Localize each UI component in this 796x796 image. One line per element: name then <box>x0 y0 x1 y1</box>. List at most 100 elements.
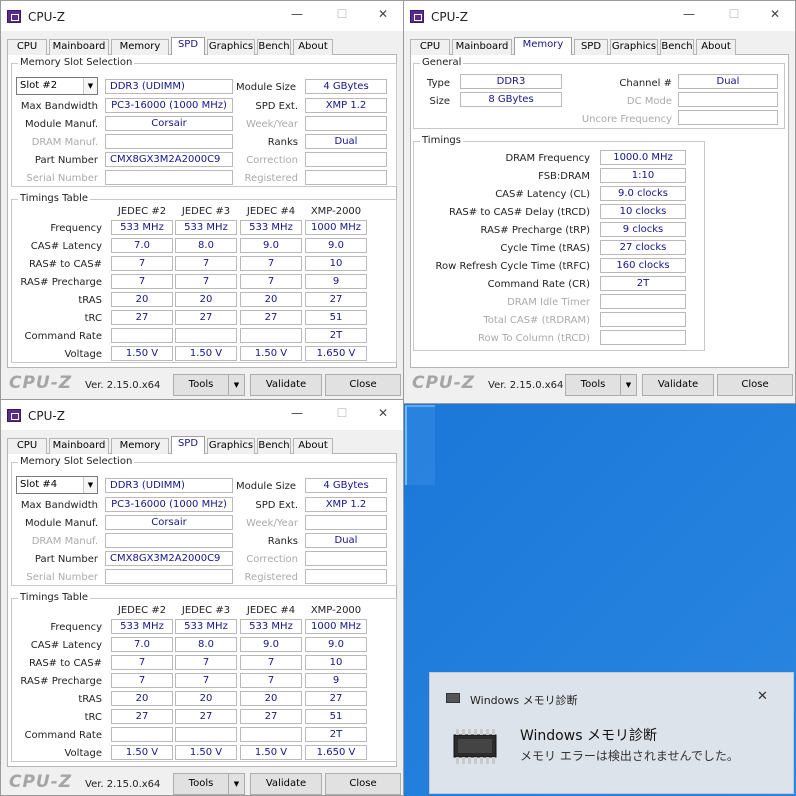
tools-button[interactable]: Tools <box>565 374 621 396</box>
frequency-value: 533 MHz <box>111 220 173 235</box>
frequency-value: 533 MHz <box>240 619 302 634</box>
tab-about[interactable]: About <box>293 39 333 55</box>
desktop-light-shape <box>405 405 435 485</box>
tab-memory[interactable]: Memory <box>514 37 572 56</box>
tab-label: Mainboard <box>52 41 106 52</box>
voltage-value: 1.50 V <box>240 346 302 361</box>
minimize-icon[interactable]: — <box>679 7 699 21</box>
close-button[interactable]: Close <box>717 374 793 396</box>
close-icon[interactable]: ✕ <box>765 7 785 21</box>
column-header: JEDEC #2 <box>117 206 167 217</box>
close-icon[interactable]: ✕ <box>757 689 768 704</box>
notification-toast[interactable]: Windows メモリ診断 ✕ Windows メモリ診断 メモリ エラーは検出… <box>429 672 794 794</box>
cas-latency-value: 8.0 <box>175 238 237 253</box>
memory-diagnostic-icon <box>446 693 460 703</box>
general-legend: General <box>420 57 464 69</box>
tools-button[interactable]: Tools <box>173 773 229 795</box>
close-button[interactable]: Close <box>325 773 401 795</box>
tras-value: 20 <box>240 292 302 307</box>
command-rate-value <box>240 727 302 742</box>
validate-button[interactable]: Validate <box>250 773 322 795</box>
tab-graphics[interactable]: Graphics <box>207 39 255 55</box>
row-refresh-cycle-time-trfc-label: Row Refresh Cycle Time (tRFC) <box>435 261 590 272</box>
minimize-icon[interactable]: — <box>287 7 307 21</box>
tab-bar: CPU Mainboard Memory SPD Graphics Bench About <box>7 436 397 455</box>
tab-mainboard[interactable]: Mainboard <box>49 39 109 55</box>
tools-dropdown-arrow[interactable]: ▼ <box>620 374 637 396</box>
command-rate-value: 2T <box>305 727 367 742</box>
command-rate-value <box>175 328 237 343</box>
tab-content: Memory Slot Selection Slot #4 ▼ DDR3 (UDIMM… <box>7 454 397 767</box>
memory-slot-selection-group: Memory Slot Selection Slot #4 ▼ DDR3 (UDIMM… <box>11 456 397 586</box>
ras-to-cas-value: 7 <box>240 256 302 271</box>
fsb-dram-label: FSB:DRAM <box>538 171 590 182</box>
ras-to-cas-value: 10 <box>305 256 367 271</box>
tab-bench[interactable]: Bench <box>257 438 291 454</box>
tab-cpu[interactable]: CPU <box>7 438 47 454</box>
voltage-value: 1.50 V <box>240 745 302 760</box>
toast-message: メモリ エラーは検出されませんでした。 <box>520 749 739 763</box>
tab-cpu[interactable]: CPU <box>7 39 47 55</box>
tab-graphics[interactable]: Graphics <box>610 39 658 55</box>
validate-button[interactable]: Validate <box>250 374 322 396</box>
command-rate-value: 2T <box>305 328 367 343</box>
part-number-label: Part Number <box>34 554 98 565</box>
tab-label: CPU <box>16 41 38 52</box>
title-bar[interactable]: CPU-Z — ☐ ✕ <box>1 1 403 31</box>
tab-bench[interactable]: Bench <box>257 39 291 55</box>
footer-bar: CPU-Z Ver. 2.15.0.x64 Tools ▼ Validate Close <box>404 369 795 399</box>
column-header: XMP-2000 <box>310 605 362 616</box>
tab-mainboard[interactable]: Mainboard <box>49 438 109 454</box>
column-header: JEDEC #3 <box>181 206 231 217</box>
minimize-icon[interactable]: — <box>287 406 307 420</box>
tab-content: Memory Slot Selection Slot #2 ▼ DDR3 (UDIMM… <box>7 55 397 368</box>
tools-dropdown-arrow[interactable]: ▼ <box>228 773 245 795</box>
tab-spd[interactable]: SPD <box>171 436 205 455</box>
cpuz-window-spd-slot4[interactable]: CPU-Z — ☐ ✕ CPU Mainboard Memory SPD Graphics Ben… <box>0 399 404 796</box>
slot-select[interactable]: Slot #4 ▼ <box>16 476 98 494</box>
title-bar[interactable]: CPU-Z — ☐ ✕ <box>1 400 403 430</box>
part-number-label: Part Number <box>34 155 98 166</box>
command-rate-cr-value: 2T <box>600 276 686 291</box>
chevron-down-icon[interactable]: ▼ <box>83 477 97 493</box>
tab-about[interactable]: About <box>293 438 333 454</box>
tab-label: About <box>701 41 731 52</box>
tab-graphics[interactable]: Graphics <box>207 438 255 454</box>
ras-to-cas-value: 7 <box>175 655 237 670</box>
column-header: JEDEC #4 <box>246 206 296 217</box>
dc-mode-label: DC Mode <box>626 96 672 107</box>
ranks-value: Dual <box>305 533 387 548</box>
title-bar[interactable]: CPU-Z — ☐ ✕ <box>404 1 795 31</box>
close-icon[interactable]: ✕ <box>373 406 393 420</box>
cas-latency-value: 7.0 <box>111 238 173 253</box>
cpuz-window-spd-slot2[interactable]: CPU-Z — ☐ ✕ CPU Mainboard Memory SPD Graphics Ben… <box>0 0 404 405</box>
tab-bench[interactable]: Bench <box>660 39 694 55</box>
chevron-down-icon[interactable]: ▼ <box>83 78 97 94</box>
tab-content: General Type DDR3 Size 8 GBytes Channel # Dual… <box>410 55 789 368</box>
tab-spd[interactable]: SPD <box>574 39 608 55</box>
trc-value: 27 <box>240 709 302 724</box>
max-bandwidth-value: PC3-16000 (1000 MHz) <box>105 497 233 512</box>
tab-memory[interactable]: Memory <box>111 438 169 454</box>
tools-dropdown-arrow[interactable]: ▼ <box>228 374 245 396</box>
tab-mainboard[interactable]: Mainboard <box>452 39 512 55</box>
close-icon[interactable]: ✕ <box>373 7 393 21</box>
serial-number-label: Serial Number <box>26 173 98 184</box>
module-manuf-value: Corsair <box>105 515 233 530</box>
trc-label: tRC <box>84 712 102 723</box>
cas-latency-value: 9.0 <box>240 637 302 652</box>
tab-memory[interactable]: Memory <box>111 39 169 55</box>
cpuz-window-memory[interactable]: CPU-Z — ☐ ✕ CPU Mainboard Memory SPD Graphics Ben… <box>403 0 796 404</box>
tools-button[interactable]: Tools <box>173 374 229 396</box>
validate-button[interactable]: Validate <box>642 374 714 396</box>
tab-cpu[interactable]: CPU <box>410 39 450 55</box>
part-number-value: CMX8GX3M2A2000C9 <box>105 551 233 566</box>
command-rate-value <box>111 328 173 343</box>
close-button[interactable]: Close <box>325 374 401 396</box>
tab-spd[interactable]: SPD <box>171 37 205 56</box>
cpuz-app-icon <box>410 10 424 23</box>
memory-slot-selection-legend: Memory Slot Selection <box>18 456 135 468</box>
tab-about[interactable]: About <box>696 39 736 55</box>
slot-select[interactable]: Slot #2 ▼ <box>16 77 98 95</box>
tras-value: 27 <box>305 292 367 307</box>
